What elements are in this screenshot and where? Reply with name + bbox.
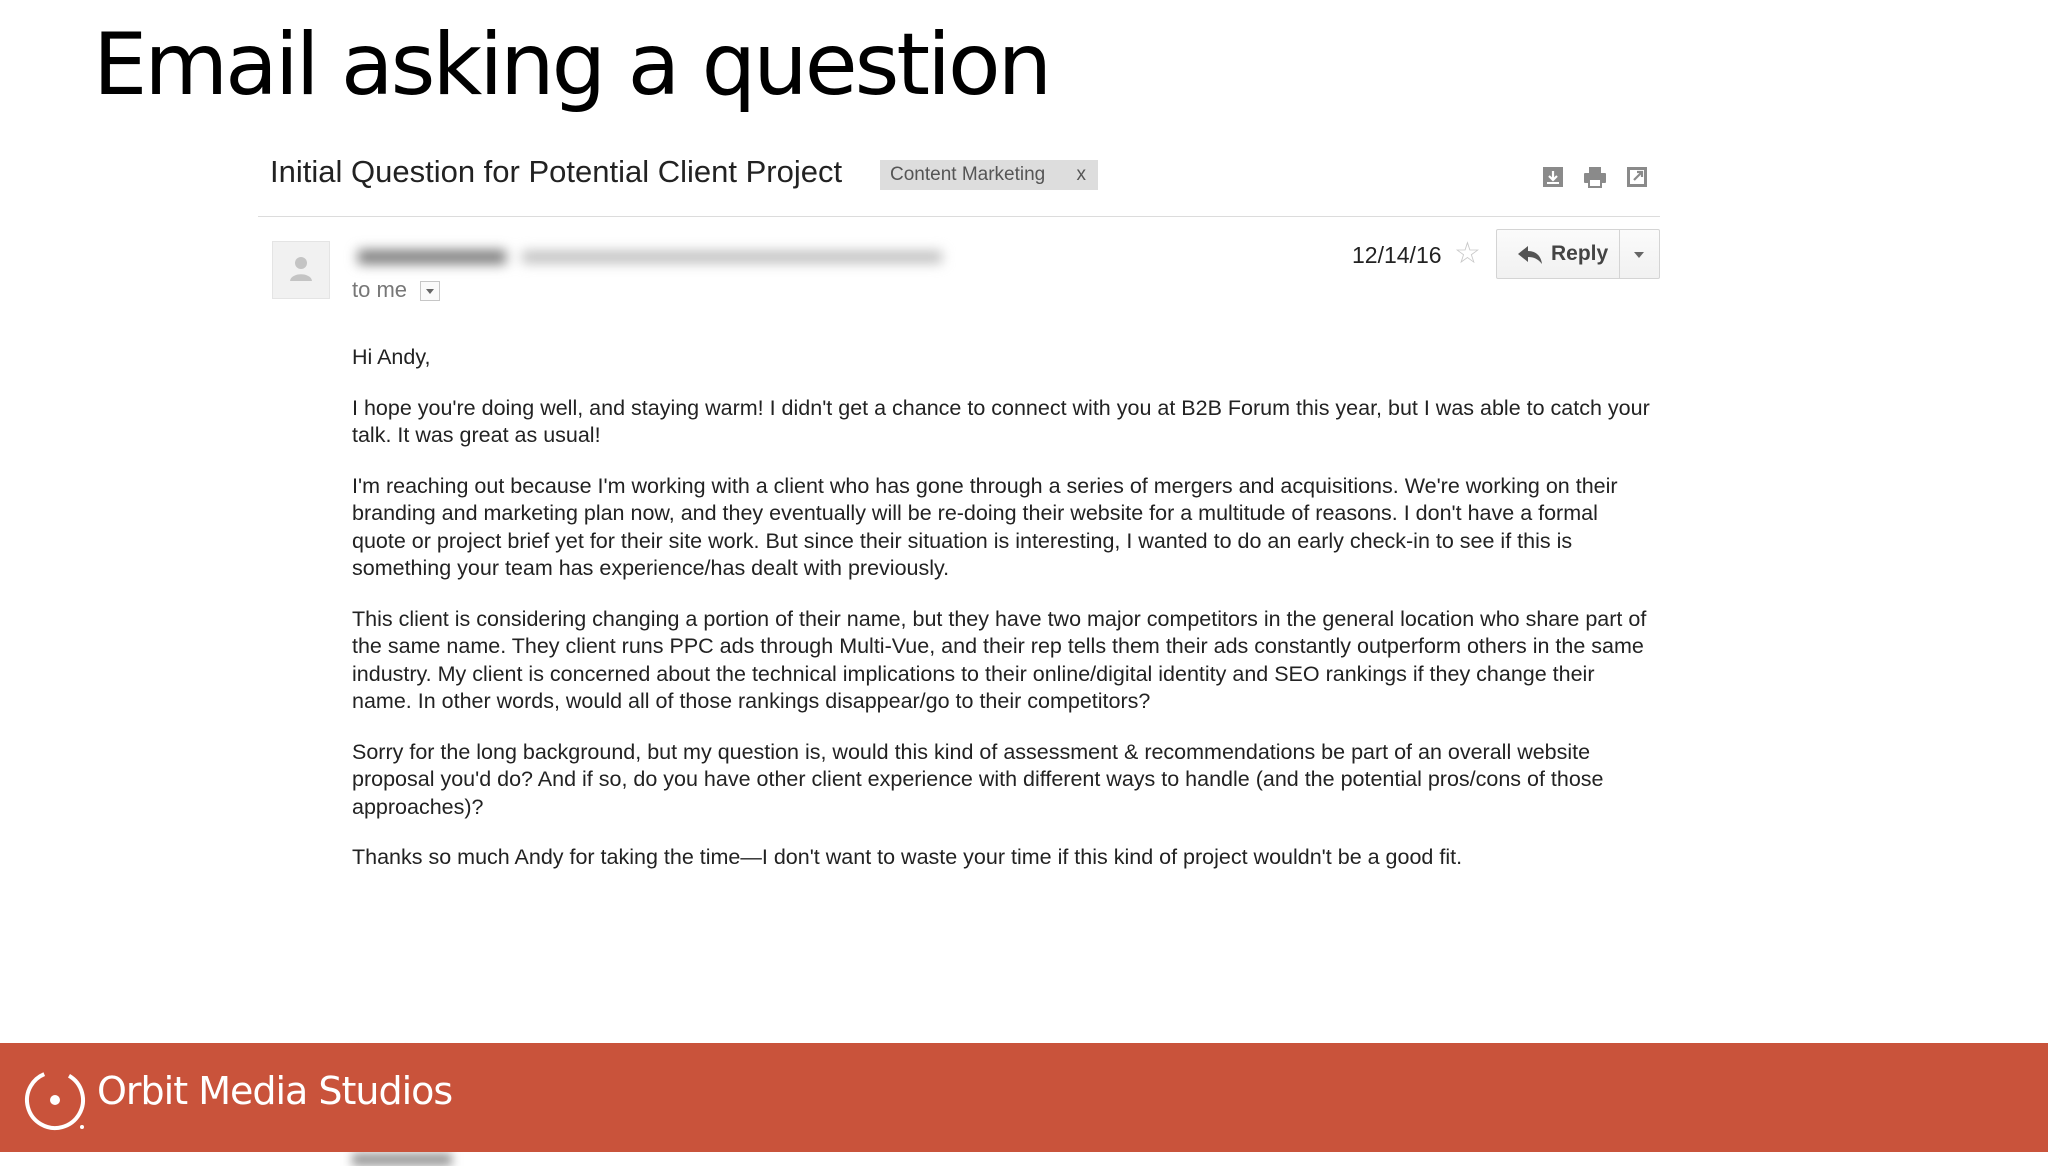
print-icon[interactable]: [1582, 164, 1608, 190]
email-paragraph: Thanks so much Andy for taking the time—…: [352, 845, 1463, 869]
more-options-button[interactable]: [1619, 229, 1660, 279]
email-paragraph: I hope you're doing well, and staying wa…: [352, 395, 1650, 448]
email-date: 12/14/16: [1352, 242, 1442, 268]
email-paragraph: Sorry for the long background, but my qu…: [352, 739, 1604, 819]
slide-title: Email asking a question: [93, 15, 1052, 115]
show-details-button[interactable]: [420, 281, 440, 301]
sender-redacted: [352, 242, 952, 270]
recipient-text: to me: [352, 277, 408, 302]
brand-name: Orbit Media Studios: [97, 1069, 453, 1113]
email-paragraph: This client is considering changing a po…: [352, 606, 1647, 714]
email-greeting: Hi Andy,: [352, 345, 431, 369]
email-subject: Initial Question for Potential Client Pr…: [270, 154, 843, 189]
orbit-logo-icon: [24, 1070, 85, 1130]
reply-arrow-icon: [1518, 246, 1542, 264]
remove-label-button[interactable]: x: [1077, 160, 1087, 190]
download-icon[interactable]: [1540, 164, 1566, 190]
subject-row: Initial Question for Potential Client Pr…: [258, 150, 1660, 217]
sender-avatar: [272, 241, 330, 299]
new-window-icon[interactable]: [1624, 164, 1650, 190]
label-chip-text: Content Marketing: [890, 164, 1046, 185]
signature-name-redacted: [352, 1153, 452, 1166]
email-body: Hi Andy, I hope you're doing well, and s…: [352, 344, 1652, 895]
reply-button[interactable]: Reply: [1496, 229, 1620, 279]
reply-label: Reply: [1551, 242, 1609, 265]
person-icon: [290, 257, 312, 281]
subject-toolbar: [1540, 164, 1650, 190]
label-chip[interactable]: Content Marketing x: [880, 160, 1098, 190]
email-view: Initial Question for Potential Client Pr…: [258, 150, 1660, 1166]
footer-bar: Orbit Media Studios: [0, 1043, 2048, 1152]
star-icon[interactable]: ☆: [1454, 236, 1481, 271]
email-paragraph: I'm reaching out because I'm working wit…: [352, 473, 1618, 581]
